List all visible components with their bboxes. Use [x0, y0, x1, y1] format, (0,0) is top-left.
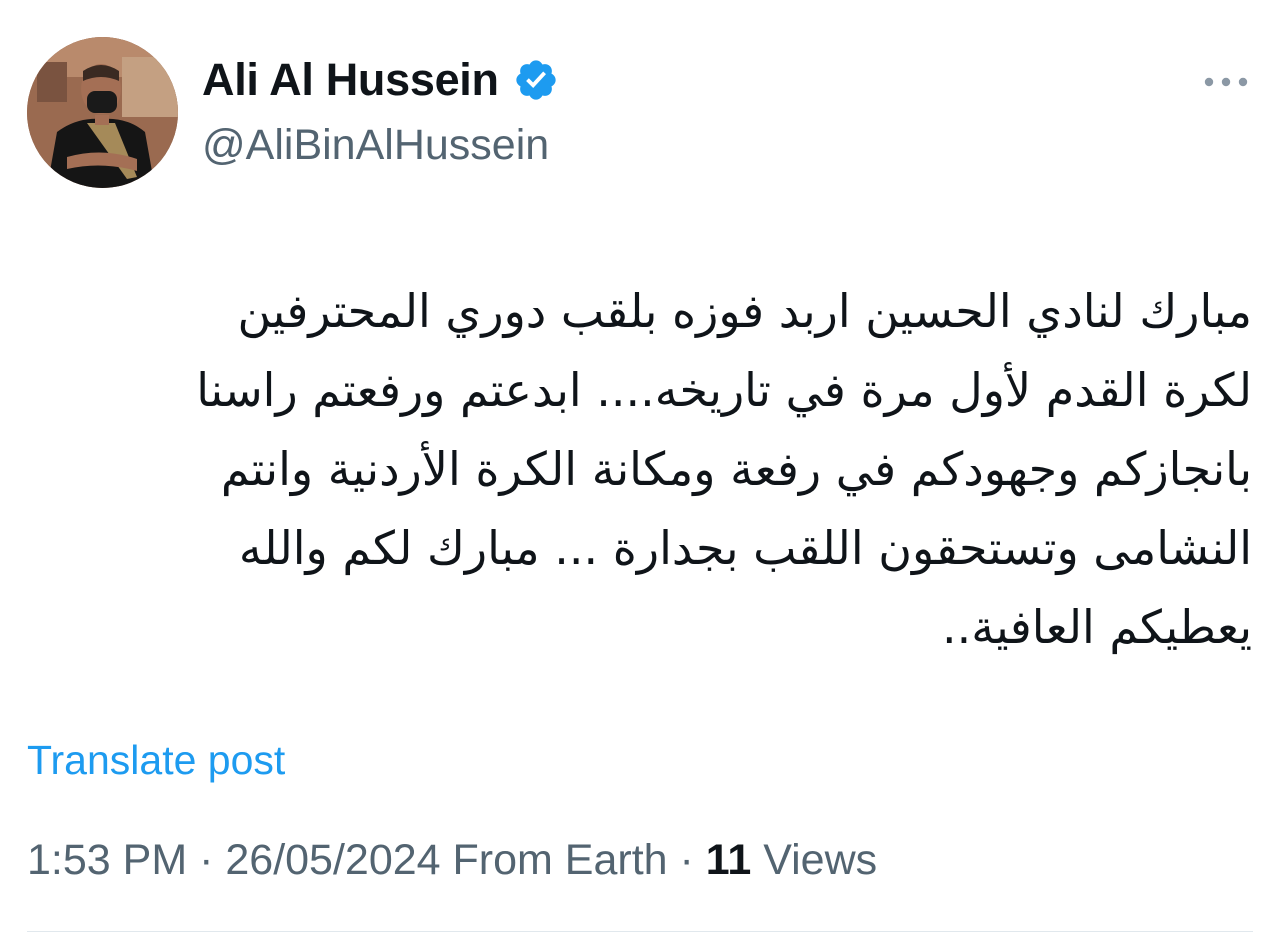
post-meta: 1:53 PM · 26/05/2024 From Earth · 11 Vie…	[27, 832, 877, 888]
meta-separator: ·	[667, 836, 706, 884]
views-count[interactable]: 11	[706, 832, 751, 888]
post-text: مبارك لنادي الحسين اربد فوزه بلقب دوري ا…	[196, 284, 1252, 654]
post-detail: Ali Al Hussein @AliBinAlHussein مبارك لن…	[0, 0, 1280, 944]
author-handle[interactable]: @AliBinAlHussein	[202, 118, 549, 172]
post-date[interactable]: 26/05/2024	[225, 832, 440, 888]
avatar[interactable]	[27, 37, 178, 188]
post-source: From Earth	[452, 836, 668, 884]
verified-badge-icon[interactable]	[513, 57, 559, 103]
meta-space	[441, 832, 453, 888]
author-name-row: Ali Al Hussein	[202, 52, 559, 108]
avatar-photo	[27, 37, 178, 188]
author-display-name[interactable]: Ali Al Hussein	[202, 52, 499, 108]
post-time[interactable]: 1:53 PM	[27, 832, 187, 888]
meta-space	[751, 832, 763, 888]
translate-post-link[interactable]: Translate post	[27, 733, 285, 787]
views-label[interactable]: Views	[763, 832, 877, 888]
more-dots-icon[interactable]	[1203, 72, 1249, 92]
divider	[27, 931, 1253, 932]
meta-separator: ·	[187, 836, 226, 884]
